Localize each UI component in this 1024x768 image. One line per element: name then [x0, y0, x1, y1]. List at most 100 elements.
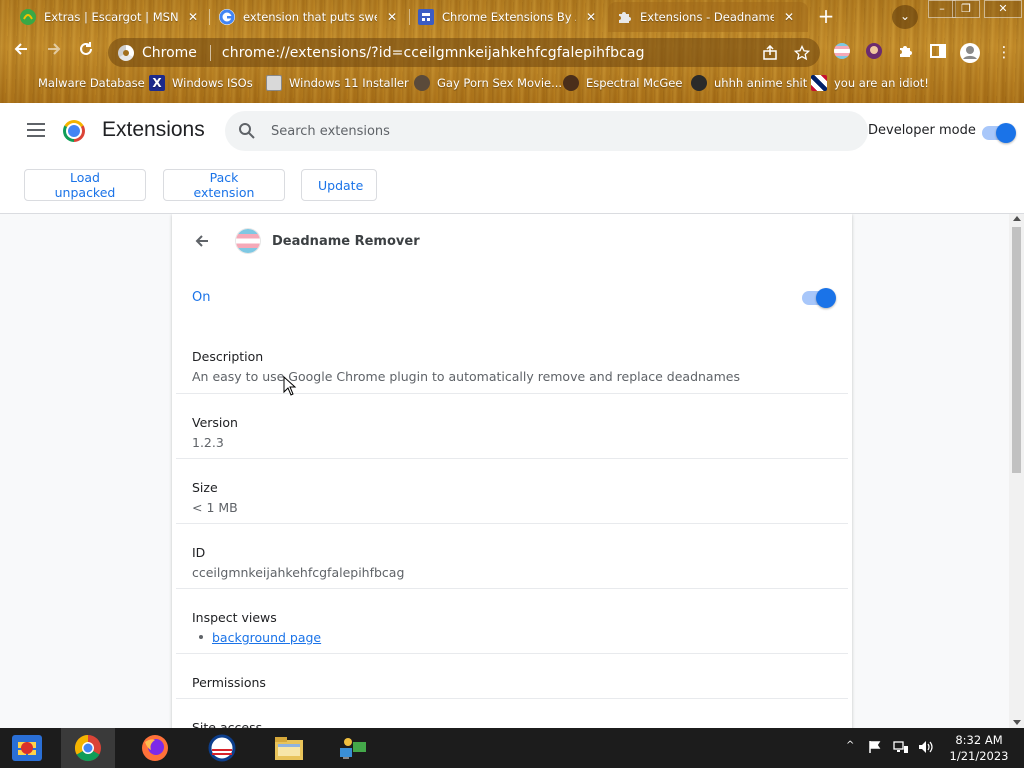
- taskbar-firefox[interactable]: [128, 728, 182, 768]
- version-section: Version 1.2.3: [176, 393, 848, 458]
- forward-arrow-icon: [48, 43, 61, 55]
- show-hidden-icons[interactable]: ^: [846, 740, 854, 751]
- url-text[interactable]: chrome://extensions/?id=cceilgmnkeijahke…: [222, 45, 645, 61]
- profile-avatar-icon[interactable]: [958, 42, 982, 63]
- tab-divider: [209, 9, 210, 25]
- site-info-chip[interactable]: Chrome: [108, 44, 197, 61]
- bookmark-windows-11-installer[interactable]: Windows 11 Installer: [266, 75, 409, 91]
- taskbar-file-explorer[interactable]: [262, 728, 316, 768]
- size-value: < 1 MB: [192, 500, 238, 515]
- action-center-flag-icon[interactable]: [868, 740, 882, 757]
- tank-icon: [414, 75, 430, 91]
- side-panel-icon[interactable]: [928, 42, 948, 62]
- permissions-section[interactable]: Permissions: [176, 653, 848, 698]
- start-button[interactable]: [0, 728, 54, 768]
- search-icon: [238, 122, 256, 140]
- bookmark-anime[interactable]: uhhh anime shit: [691, 75, 807, 91]
- forward-button[interactable]: [42, 40, 66, 64]
- pack-extension-button[interactable]: Pack extension: [163, 169, 285, 201]
- puzzle-icon: [616, 9, 632, 25]
- chrome-icon: [74, 734, 101, 762]
- load-unpacked-button[interactable]: Load unpacked: [24, 169, 146, 201]
- enabled-state-label: On: [192, 290, 211, 305]
- inspect-views-section: Inspect views background page: [176, 588, 848, 653]
- obama-icon: [208, 734, 236, 762]
- bookmark-star-icon[interactable]: [793, 44, 811, 65]
- site-access-section[interactable]: Site access: [176, 698, 848, 728]
- address-bar[interactable]: Chrome chrome://extensions/?id=cceilgmnk…: [108, 38, 820, 67]
- back-arrow-icon[interactable]: [192, 232, 212, 252]
- trans-flag-extension-icon[interactable]: [832, 42, 852, 62]
- close-icon[interactable]: ✕: [186, 10, 200, 24]
- background-page-link[interactable]: background page: [212, 630, 321, 645]
- reload-button[interactable]: [74, 40, 98, 64]
- tab-title: Extensions - Deadname Re: [640, 10, 774, 24]
- taskbar: ^ 8:32 AM 1/21/2023: [0, 728, 1024, 768]
- reload-icon: [80, 42, 92, 55]
- bookmark-windows-isos[interactable]: X Windows ISOs: [149, 75, 253, 91]
- taskbar-obama-app[interactable]: [195, 728, 249, 768]
- clock-date: 1/21/2023: [949, 749, 1009, 763]
- volume-icon[interactable]: [918, 740, 934, 757]
- id-section: ID cceilgmnkeijahkehfcgfalepihfbcag: [176, 523, 848, 588]
- bookmark-movie[interactable]: Gay Porn Sex Movie...: [414, 75, 562, 91]
- taskbar-chrome[interactable]: [61, 728, 115, 768]
- tab-extensions[interactable]: Extensions - Deadname Re ✕: [608, 2, 808, 32]
- description-section: Description An easy to use Google Chrome…: [176, 328, 848, 393]
- close-icon[interactable]: ✕: [584, 10, 598, 24]
- tab-title: extension that puts swear: [243, 10, 377, 24]
- extensions-puzzle-icon[interactable]: [896, 42, 916, 62]
- close-icon[interactable]: ✕: [385, 10, 399, 24]
- chrome-icon: [118, 44, 134, 61]
- toggle-knob: [816, 288, 836, 308]
- network-icon: [340, 738, 366, 759]
- developer-mode-toggle[interactable]: [982, 123, 1016, 143]
- search-input[interactable]: [271, 123, 831, 139]
- site-access-label: Site access: [192, 720, 263, 728]
- back-button[interactable]: [9, 40, 33, 64]
- version-label: Version: [192, 415, 238, 430]
- search-extensions[interactable]: [225, 111, 868, 151]
- update-button[interactable]: Update: [301, 169, 377, 201]
- close-window-button[interactable]: ✕: [984, 0, 1022, 18]
- bookmark-label: Espectral McGee: [586, 76, 683, 90]
- bookmark-label: Windows 11 Installer: [289, 76, 409, 90]
- tab-web-store[interactable]: Chrome Extensions By An ✕: [410, 2, 610, 32]
- extension-enable-toggle[interactable]: [802, 288, 836, 308]
- scrollbar-thumb[interactable]: [1012, 227, 1021, 473]
- tab-escargot[interactable]: Extras | Escargot | MSN ✕: [12, 2, 212, 32]
- web-store-icon: [418, 9, 434, 25]
- extensions-header: Extensions Developer mode Load unpacked …: [0, 103, 1024, 214]
- scroll-down-icon[interactable]: [1013, 720, 1021, 725]
- image-icon: [266, 75, 282, 91]
- taskbar-network-app[interactable]: [326, 728, 380, 768]
- bookmark-espectral-mcgee[interactable]: Espectral McGee: [563, 75, 682, 91]
- close-icon[interactable]: ✕: [782, 10, 796, 24]
- tab-strip: Extras | Escargot | MSN ✕ extension that…: [0, 0, 1024, 34]
- menu-kebab-icon[interactable]: ⋮: [994, 42, 1014, 62]
- bookmark-label: Malware Database: [38, 76, 145, 90]
- main-menu-icon[interactable]: [27, 123, 45, 137]
- tab-search-button[interactable]: ⌄: [892, 5, 918, 29]
- bookmark-label: you are an idiot!: [834, 76, 929, 90]
- share-icon[interactable]: [762, 44, 778, 65]
- system-clock[interactable]: 8:32 AM 1/21/2023: [946, 732, 1012, 764]
- x-icon: X: [149, 75, 165, 91]
- page-scrollbar[interactable]: [1009, 214, 1024, 728]
- list-bullet: [199, 635, 203, 639]
- file-explorer-icon: [275, 737, 303, 760]
- scroll-up-icon[interactable]: [1013, 216, 1021, 221]
- bookmark-you-are-an-idiot[interactable]: you are an idiot!: [811, 75, 929, 91]
- profile-extension-icon[interactable]: [864, 42, 884, 62]
- maximize-button[interactable]: ❐: [952, 0, 980, 18]
- toggle-knob: [996, 123, 1016, 143]
- google-icon: [219, 9, 235, 25]
- browser-frame: Extras | Escargot | MSN ✕ extension that…: [0, 0, 1024, 103]
- new-tab-button[interactable]: +: [815, 6, 837, 28]
- bookmark-malware-database[interactable]: Malware Database: [20, 75, 145, 91]
- inspect-views-label: Inspect views: [192, 610, 277, 625]
- escargot-icon: [20, 9, 36, 25]
- tab-google-search[interactable]: extension that puts swear ✕: [211, 2, 411, 32]
- back-arrow-icon: [14, 43, 27, 55]
- network-status-icon[interactable]: [893, 740, 909, 757]
